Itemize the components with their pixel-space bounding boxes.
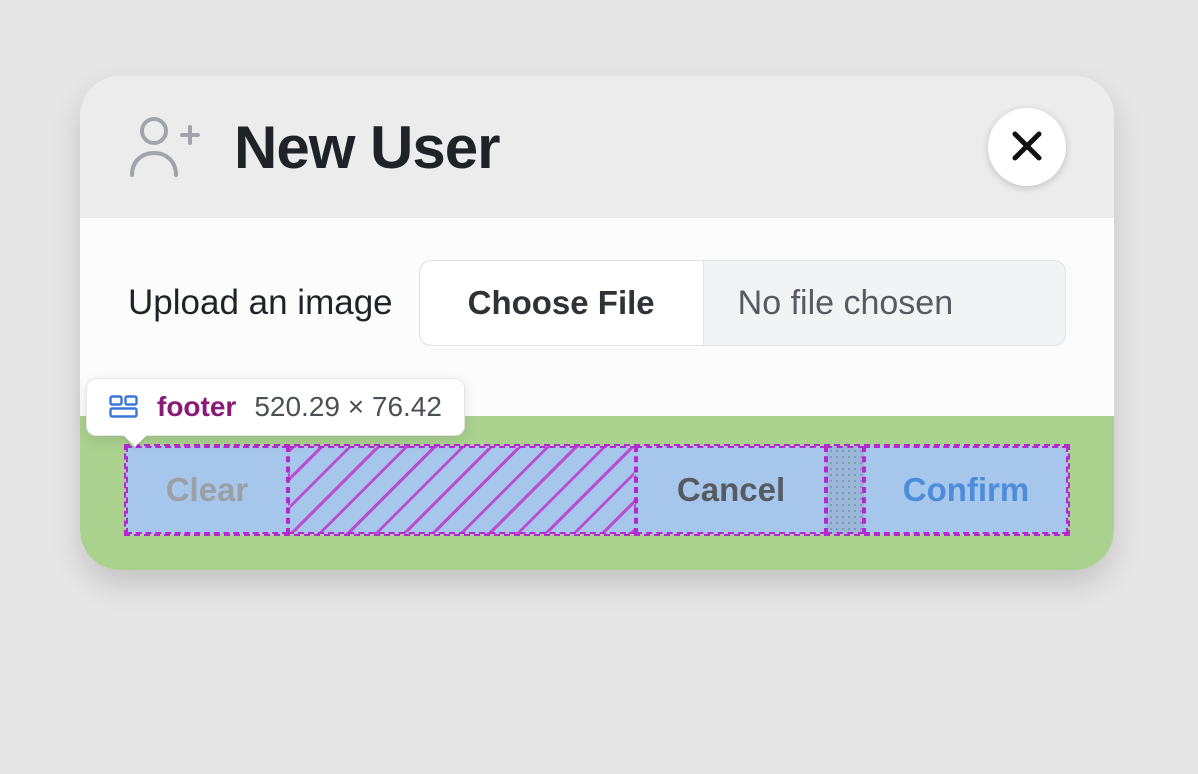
file-status-text: No file chosen [704,261,1065,345]
close-button[interactable] [988,108,1066,186]
choose-file-button[interactable]: Choose File [420,261,704,345]
flex-gap-small-highlight [826,446,864,534]
devtools-element-size: 520.29 × 76.42 [254,391,442,423]
cancel-button[interactable]: Cancel [636,446,826,534]
confirm-button[interactable]: Confirm [864,446,1068,534]
user-plus-icon [126,113,200,181]
flexbox-icon [109,395,139,419]
dialog-title: New User [234,113,499,182]
flex-gap-highlight [288,446,636,534]
new-user-dialog: New User Upload an image Choose File No … [80,76,1114,570]
upload-image-label: Upload an image [128,283,393,323]
clear-button[interactable]: Clear [126,446,288,534]
close-icon [1010,129,1044,166]
devtools-element-tag: footer [157,391,236,423]
upload-row: Upload an image Choose File No file chos… [128,260,1066,346]
footer-flex-container: Clear Cancel Confirm [126,446,1068,534]
header-left: New User [126,113,499,182]
devtools-inspector-tooltip: footer 520.29 × 76.42 [86,378,465,436]
file-input[interactable]: Choose File No file chosen [419,260,1066,346]
dialog-footer: Clear Cancel Confirm [80,416,1114,570]
dialog-header: New User [80,76,1114,218]
